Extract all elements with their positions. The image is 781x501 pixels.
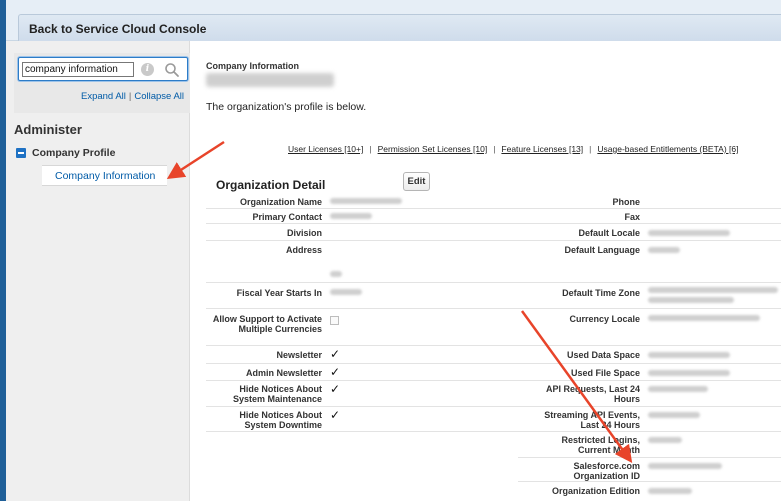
user-licenses-link[interactable]: User Licenses [10+]: [288, 144, 363, 154]
feature-licenses-link[interactable]: Feature Licenses [13]: [501, 144, 583, 154]
hide-maintenance-check-icon: ✓: [330, 382, 341, 396]
allow-support-checkbox: [330, 316, 339, 325]
detail-row: Fiscal Year Starts In Default Time Zone: [206, 283, 781, 309]
field-label: Used File Space: [570, 368, 640, 378]
link-separator: |: [128, 91, 132, 102]
edit-button[interactable]: Edit: [403, 172, 430, 191]
back-to-console-tab[interactable]: Back to Service Cloud Console: [18, 14, 781, 41]
detail-row: Division Default Locale: [206, 224, 781, 241]
detail-row: Organization Name Phone: [206, 194, 781, 209]
detail-row: Salesforce.com Organization ID: [518, 457, 781, 482]
usage-entitlements-link[interactable]: Usage-based Entitlements (BETA) [6]: [597, 144, 738, 154]
field-value-redacted: [648, 412, 700, 418]
breadcrumb: Company Information: [206, 61, 300, 71]
field-label: Salesforce.com Organization ID: [573, 461, 640, 481]
hide-downtime-check-icon: ✓: [330, 408, 341, 422]
page-title-redacted: [206, 71, 336, 89]
field-value-redacted: [330, 198, 402, 204]
field-value-redacted: [648, 230, 730, 236]
field-value-redacted: [648, 315, 760, 321]
link-separator: |: [369, 144, 372, 154]
field-label: Division: [286, 228, 322, 238]
detail-row: Restricted Logins, Current Month: [206, 432, 781, 457]
expand-all-link[interactable]: Expand All: [81, 91, 126, 102]
field-label: Phone: [612, 197, 640, 207]
field-value-redacted: [648, 247, 680, 253]
field-label: Default Locale: [578, 228, 640, 238]
link-separator: |: [589, 144, 592, 154]
top-bar: Back to Service Cloud Console: [6, 0, 781, 41]
field-label: Fax: [624, 212, 640, 222]
company-profile-label[interactable]: Company Profile: [32, 147, 115, 159]
field-label: Fiscal Year Starts In: [236, 288, 322, 298]
field-label: Address: [285, 245, 322, 255]
detail-row: Address Default Language: [206, 241, 781, 283]
detail-row: Hide Notices About System Downtime ✓ Str…: [206, 407, 781, 432]
field-value-redacted: [648, 463, 722, 469]
field-value-redacted: [648, 488, 692, 494]
field-label: Restricted Logins, Current Month: [561, 435, 640, 455]
field-label: Currency Locale: [569, 314, 640, 324]
field-label: Admin Newsletter: [245, 368, 322, 378]
administer-heading: Administer: [14, 122, 82, 137]
field-value-redacted: [648, 287, 778, 303]
back-to-console-link[interactable]: Back to Service Cloud Console: [29, 22, 206, 36]
field-value-redacted: [330, 289, 362, 295]
permission-set-licenses-link[interactable]: Permission Set Licenses [10]: [378, 144, 488, 154]
license-links: User Licenses [10+] | Permission Set Licen…: [288, 144, 738, 154]
organization-detail-title: Organization Detail: [216, 178, 326, 192]
field-label: Organization Name: [239, 197, 322, 207]
company-profile-group[interactable]: Company Profile: [16, 147, 115, 159]
field-label: Primary Contact: [252, 212, 322, 222]
setup-sidebar: i Expand All|Collapse All Administer Com…: [6, 41, 190, 501]
redacted-org-name: [206, 73, 334, 87]
detail-row: Primary Contact Fax: [206, 209, 781, 224]
expand-collapse-links: Expand All | Collapse All: [81, 91, 184, 102]
field-label: Default Language: [564, 245, 640, 255]
field-label: Organization Edition: [552, 486, 640, 496]
detail-row: Allow Support to Activate Multiple Curre…: [206, 309, 781, 346]
magnifier-icon[interactable]: [163, 61, 181, 79]
info-icon[interactable]: i: [141, 63, 154, 76]
quick-find-area: i Expand All|Collapse All: [14, 53, 190, 113]
field-label: Used Data Space: [566, 350, 640, 360]
detail-row: Admin Newsletter ✓ Used File Space: [206, 364, 781, 381]
field-value-redacted: [330, 271, 342, 277]
detail-row: Hide Notices About System Maintenance ✓ …: [206, 381, 781, 407]
quick-find-box: i: [18, 57, 188, 81]
field-label: Streaming API Events, Last 24 Hours: [544, 410, 640, 430]
app-frame: Back to Service Cloud Console i Expand A…: [0, 0, 781, 501]
collapse-minus-icon[interactable]: [16, 148, 26, 158]
admin-newsletter-check-icon: ✓: [330, 365, 341, 379]
field-value-redacted: [648, 352, 730, 358]
field-value-redacted: [648, 370, 730, 376]
field-label: Default Time Zone: [562, 288, 640, 298]
collapse-all-link[interactable]: Collapse All: [134, 91, 184, 102]
detail-row: Newsletter ✓ Used Data Space: [206, 346, 781, 364]
field-label: API Requests, Last 24 Hours: [545, 384, 640, 404]
link-separator: |: [493, 144, 496, 154]
field-label: Allow Support to Activate Multiple Curre…: [212, 314, 322, 334]
sidebar-item-company-information[interactable]: Company Information: [42, 165, 167, 186]
field-label: Hide Notices About System Downtime: [239, 410, 322, 430]
quick-find-input[interactable]: [22, 62, 134, 77]
field-value-redacted: [648, 437, 682, 443]
detail-row: Organization Edition: [518, 482, 781, 500]
newsletter-check-icon: ✓: [330, 347, 341, 361]
field-label: Newsletter: [276, 350, 322, 360]
main-content: Company Information The organization's p…: [190, 41, 781, 501]
field-label: Hide Notices About System Maintenance: [232, 384, 322, 404]
profile-description: The organization's profile is below.: [206, 101, 367, 113]
field-value-redacted: [330, 213, 372, 219]
field-value-redacted: [648, 386, 708, 392]
